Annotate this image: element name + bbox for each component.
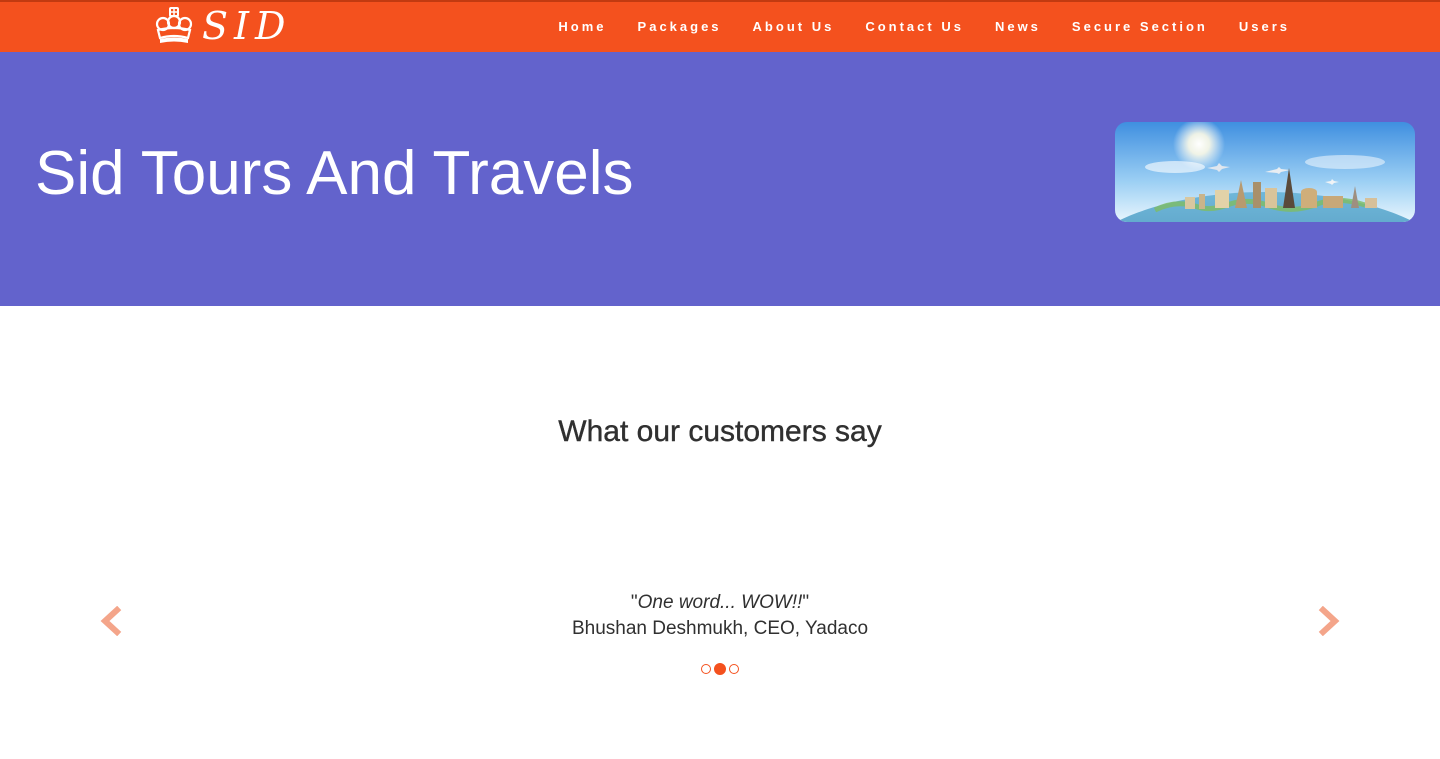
nav-link-home[interactable]: Home: [541, 2, 620, 52]
nav-link-secure-section[interactable]: Secure Section: [1055, 2, 1222, 52]
crown-icon: [155, 7, 193, 43]
brand-logo-link[interactable]: SID: [152, 3, 292, 49]
nav-link-news[interactable]: News: [978, 2, 1055, 52]
brand-text: SID: [202, 4, 292, 48]
nav-link-about-us[interactable]: About Us: [736, 2, 849, 52]
nav-link-contact-us[interactable]: Contact Us: [848, 2, 978, 52]
hero-title: Sid Tours And Travels: [35, 139, 634, 208]
testimonials-carousel: What our customers say "One word... WOW!…: [0, 306, 1440, 759]
carousel-indicator-3[interactable]: [729, 664, 739, 674]
hero-banner: Sid Tours And Travels: [0, 52, 1440, 306]
testimonial-quote-text: One word... WOW!!: [637, 592, 803, 613]
world-landmarks-travel-image: [1115, 122, 1415, 222]
nav-link-packages[interactable]: Packages: [621, 2, 736, 52]
nav-menu: Home Packages About Us Contact Us News S…: [541, 2, 1304, 52]
carousel-indicators: [0, 663, 1440, 675]
nav-link-users[interactable]: Users: [1222, 2, 1304, 52]
testimonials-heading: What our customers say: [558, 415, 882, 448]
testimonial-quote: "One word... WOW!!": [630, 592, 810, 613]
top-navbar: SID Home Packages About Us Contact Us Ne…: [0, 0, 1440, 52]
carousel-indicator-2[interactable]: [714, 663, 726, 675]
carousel-indicator-1[interactable]: [701, 664, 711, 674]
testimonial-author: Bhushan Deshmukh, CEO, Yadaco: [571, 618, 869, 639]
